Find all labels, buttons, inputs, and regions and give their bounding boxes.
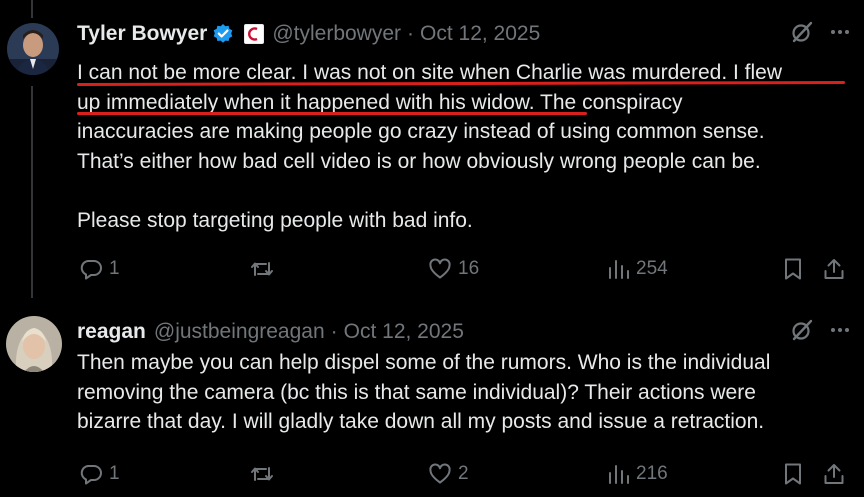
grok-icon[interactable] [790,318,814,348]
repost-icon [251,467,273,481]
reply-count: 1 [109,258,120,279]
tweet-header: reagan @justbeingreagan · Oct 12, 2025 [77,318,852,346]
action-bar: 1 2 216 [77,459,847,489]
affiliation-badge-icon[interactable] [244,24,265,44]
bookmark-button[interactable] [782,459,804,489]
views-icon [609,260,629,279]
verified-badge-icon [212,23,234,45]
bookmark-icon [785,258,801,280]
author-name[interactable]: Tyler Bowyer [77,22,207,46]
views-button[interactable]: 254 [606,254,668,284]
tweet[interactable]: Tyler Bowyer @tylerbowyer · Oct 12, 2025 [0,0,864,300]
tweet-text-line: Please stop targeting people with bad in… [77,208,473,232]
bookmark-button[interactable] [782,254,804,284]
author-handle[interactable]: @tylerbowyer [272,22,401,46]
author-handle[interactable]: @justbeingreagan [154,320,325,344]
reply-count: 1 [109,463,120,484]
like-count: 16 [458,258,480,279]
more-icon[interactable] [828,20,852,50]
tweet-text-line: That’s either how bad cell video is or h… [77,149,761,173]
share-button[interactable] [822,459,846,489]
reply-icon [80,260,102,280]
tweet-text-line: bizarre that day. I will gladly take dow… [77,410,765,433]
tweet-text-line [77,176,847,206]
views-icon [609,465,629,484]
share-icon [824,259,844,279]
avatar-image [7,23,59,75]
annotation-underline [77,112,587,115]
views-count: 254 [636,258,668,279]
tweet-text-line: inaccuracies are making people go crazy … [77,120,765,143]
share-button[interactable] [822,254,846,284]
repost-button[interactable] [249,459,281,489]
tweet[interactable]: reagan @justbeingreagan · Oct 12, 2025 T… [0,300,864,497]
heart-icon [429,463,451,484]
like-count: 2 [458,463,469,484]
tweet-text: Then maybe you can help dispel some of t… [77,348,847,437]
more-icon[interactable] [828,318,852,348]
header-icons [790,318,852,348]
views-button[interactable]: 216 [606,459,668,489]
heart-icon [429,258,451,279]
tweet-text-line: Then maybe you can help dispel some of t… [77,351,771,374]
reply-icon [80,465,102,485]
bookmark-icon [785,463,801,485]
post-date[interactable]: Oct 12, 2025 [344,320,464,344]
avatar[interactable] [7,23,59,75]
like-button[interactable]: 2 [428,459,469,489]
like-button[interactable]: 16 [428,254,479,284]
header-icons [790,20,852,50]
tweet-text: I can not be more clear. I was not on si… [76,58,847,235]
reply-button[interactable]: 1 [79,459,120,489]
share-icon [824,464,844,484]
post-date[interactable]: Oct 12, 2025 [420,22,540,46]
avatar[interactable] [6,316,62,372]
repost-button[interactable] [249,254,281,284]
action-bar: 1 16 254 [77,254,847,284]
header-separator: · [407,22,415,45]
tweet-text-line: removing the camera (bc this is that sam… [77,380,756,404]
views-count: 216 [636,463,668,484]
author-name[interactable]: reagan [77,320,146,344]
repost-icon [251,262,273,276]
grok-icon[interactable] [790,20,814,50]
tweet-header: Tyler Bowyer @tylerbowyer · Oct 12, 2025 [77,20,852,48]
reply-button[interactable]: 1 [79,254,120,284]
header-separator: · [330,320,338,343]
avatar-image [6,316,62,372]
